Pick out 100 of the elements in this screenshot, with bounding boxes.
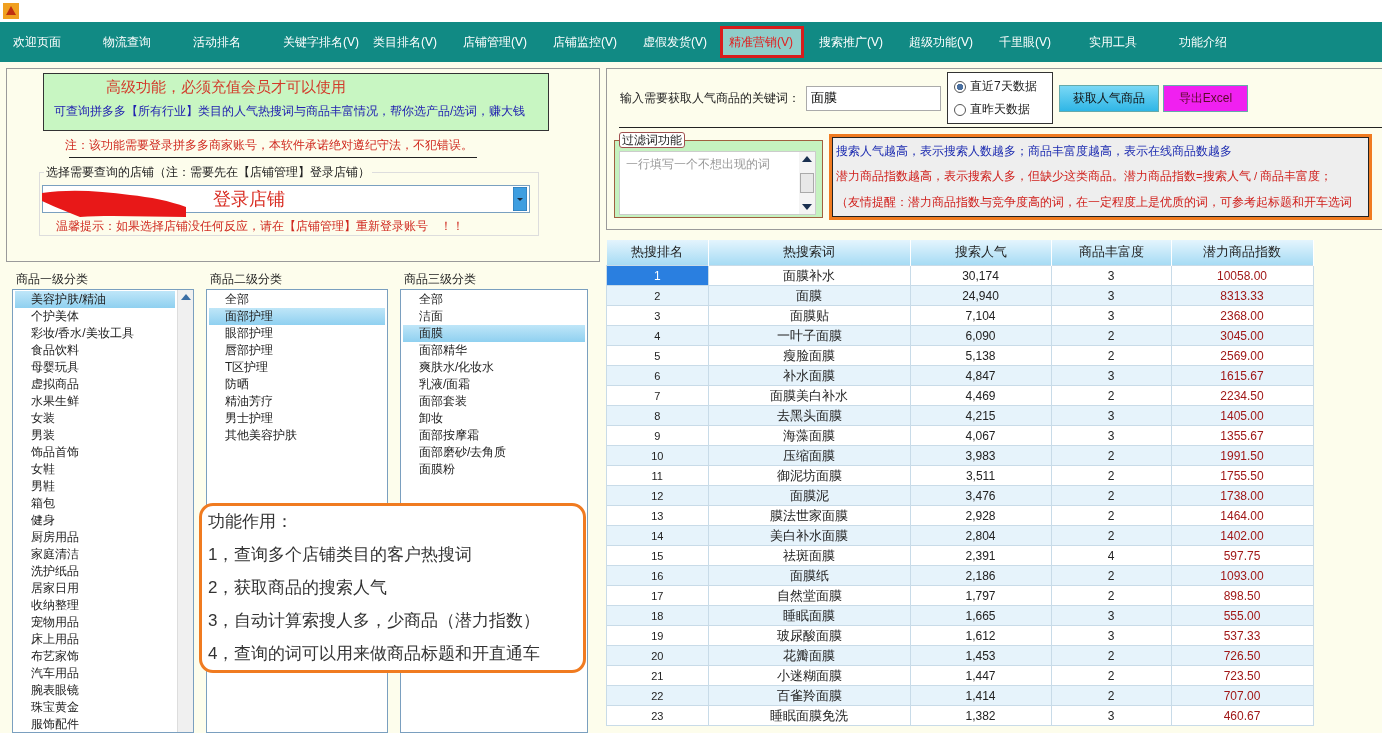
category-item[interactable]: 水果生鲜: [15, 393, 175, 410]
rank-cell[interactable]: 22: [606, 685, 708, 706]
menu-item[interactable]: 千里眼(V): [990, 26, 1080, 58]
category-item[interactable]: 全部: [209, 291, 385, 308]
category-item[interactable]: 箱包: [15, 495, 175, 512]
column-header[interactable]: 潜力商品指数: [1171, 240, 1313, 266]
category-item[interactable]: 卸妆: [403, 410, 585, 427]
rank-cell[interactable]: 7: [606, 385, 708, 406]
rank-cell[interactable]: 2: [606, 285, 708, 306]
radio-label[interactable]: 直昨天数据: [970, 101, 1030, 118]
column-header[interactable]: 热搜索词: [708, 240, 910, 266]
category-item[interactable]: 食品饮料: [15, 342, 175, 359]
category-item[interactable]: 虚拟商品: [15, 376, 175, 393]
rank-cell[interactable]: 9: [606, 425, 708, 446]
menu-item[interactable]: 功能介绍: [1170, 26, 1260, 58]
category-item[interactable]: 面部精华: [403, 342, 585, 359]
category-item[interactable]: 女鞋: [15, 461, 175, 478]
radio-label[interactable]: 直近7天数据: [970, 78, 1037, 95]
category-item[interactable]: 居家日用: [15, 580, 175, 597]
category-item[interactable]: 床上用品: [15, 631, 175, 648]
category-item[interactable]: 收纳整理: [15, 597, 175, 614]
menu-item[interactable]: 店铺管理(V): [454, 26, 544, 58]
category-item[interactable]: 唇部护理: [209, 342, 385, 359]
rank-cell[interactable]: 8: [606, 405, 708, 426]
category-item[interactable]: 男装: [15, 427, 175, 444]
store-legend: 选择需要查询的店铺（注：需要先在【店铺管理】登录店铺）: [44, 164, 372, 181]
menu-item[interactable]: 店铺监控(V): [544, 26, 634, 58]
category-item[interactable]: 面部磨砂/去角质: [403, 444, 585, 461]
rank-cell[interactable]: 19: [606, 625, 708, 646]
category-item[interactable]: 男鞋: [15, 478, 175, 495]
menu-item[interactable]: 欢迎页面: [4, 26, 94, 58]
rank-cell[interactable]: 10: [606, 445, 708, 466]
column-header[interactable]: 搜索人气: [910, 240, 1051, 266]
category-item[interactable]: 洗护纸品: [15, 563, 175, 580]
rank-cell[interactable]: 13: [606, 505, 708, 526]
rank-cell[interactable]: 3: [606, 305, 708, 326]
category-item[interactable]: 精油芳疗: [209, 393, 385, 410]
category-item[interactable]: 健身: [15, 512, 175, 529]
category-item[interactable]: 洁面: [403, 308, 585, 325]
category-item[interactable]: 珠宝黄金: [15, 699, 175, 716]
category-item[interactable]: 面部套装: [403, 393, 585, 410]
category-item[interactable]: T区护理: [209, 359, 385, 376]
category-item[interactable]: 女装: [15, 410, 175, 427]
rank-cell[interactable]: 14: [606, 525, 708, 546]
category-item[interactable]: 服饰配件: [15, 716, 175, 732]
category-item[interactable]: 美容护肤/精油: [15, 291, 175, 308]
category-item[interactable]: 家庭清洁: [15, 546, 175, 563]
scrollbar[interactable]: [177, 290, 193, 732]
radio-button[interactable]: [954, 103, 966, 116]
column-header[interactable]: 热搜排名: [606, 240, 708, 266]
category-item[interactable]: 个护美体: [15, 308, 175, 325]
category-item[interactable]: 面部护理: [209, 308, 385, 325]
rank-cell[interactable]: 23: [606, 705, 708, 726]
category-item[interactable]: 其他美容护肤: [209, 427, 385, 444]
category-item[interactable]: 爽肤水/化妆水: [403, 359, 585, 376]
category-item[interactable]: 汽车用品: [15, 665, 175, 682]
rank-cell[interactable]: 6: [606, 365, 708, 386]
category-item[interactable]: 防晒: [209, 376, 385, 393]
export-button[interactable]: 导出Excel: [1163, 84, 1248, 112]
category-item[interactable]: 面部按摩霜: [403, 427, 585, 444]
callout-line: 2，获取商品的搜索人气: [208, 577, 389, 599]
category-item[interactable]: 彩妆/香水/美妆工具: [15, 325, 175, 342]
scroll-up-icon[interactable]: [802, 156, 812, 162]
menu-item[interactable]: 关键字排名(V): [274, 26, 364, 58]
category-item[interactable]: 乳液/面霜: [403, 376, 585, 393]
rank-cell[interactable]: 20: [606, 645, 708, 666]
category-item[interactable]: 面膜: [403, 325, 585, 342]
category-item[interactable]: 母婴玩具: [15, 359, 175, 376]
menu-item[interactable]: 超级功能(V): [900, 26, 990, 58]
column-header[interactable]: 商品丰富度: [1051, 240, 1171, 266]
menu-item[interactable]: 活动排名: [184, 26, 274, 58]
rank-cell[interactable]: 4: [606, 325, 708, 346]
rank-cell[interactable]: 11: [606, 465, 708, 486]
menu-item[interactable]: 类目排名(V): [364, 26, 454, 58]
category-item[interactable]: 饰品首饰: [15, 444, 175, 461]
menu-item[interactable]: 搜索推广(V): [810, 26, 900, 58]
category-item[interactable]: 布艺家饰: [15, 648, 175, 665]
rank-cell[interactable]: 15: [606, 545, 708, 566]
category-item[interactable]: 厨房用品: [15, 529, 175, 546]
category-item[interactable]: 眼部护理: [209, 325, 385, 342]
keyword-input[interactable]: 面膜: [806, 85, 941, 111]
category-item[interactable]: 全部: [403, 291, 585, 308]
fetch-button[interactable]: 获取人气商品: [1059, 84, 1159, 112]
scroll-down-icon[interactable]: [802, 204, 812, 210]
menu-item[interactable]: 实用工具: [1080, 26, 1170, 58]
rank-cell[interactable]: 16: [606, 565, 708, 586]
category-item[interactable]: 腕表眼镜: [15, 682, 175, 699]
rank-cell[interactable]: 21: [606, 665, 708, 686]
category-item[interactable]: 宠物用品: [15, 614, 175, 631]
rank-cell[interactable]: 12: [606, 485, 708, 506]
menu-item[interactable]: 物流查询: [94, 26, 184, 58]
category-item[interactable]: 面膜粉: [403, 461, 585, 478]
scroll-thumb[interactable]: [800, 173, 814, 193]
radio-button[interactable]: [954, 80, 966, 93]
rank-cell[interactable]: 17: [606, 585, 708, 606]
rank-cell[interactable]: 1: [606, 265, 708, 286]
rank-cell[interactable]: 18: [606, 605, 708, 626]
category-item[interactable]: 男士护理: [209, 410, 385, 427]
scrollbar[interactable]: [799, 152, 815, 214]
rank-cell[interactable]: 5: [606, 345, 708, 366]
